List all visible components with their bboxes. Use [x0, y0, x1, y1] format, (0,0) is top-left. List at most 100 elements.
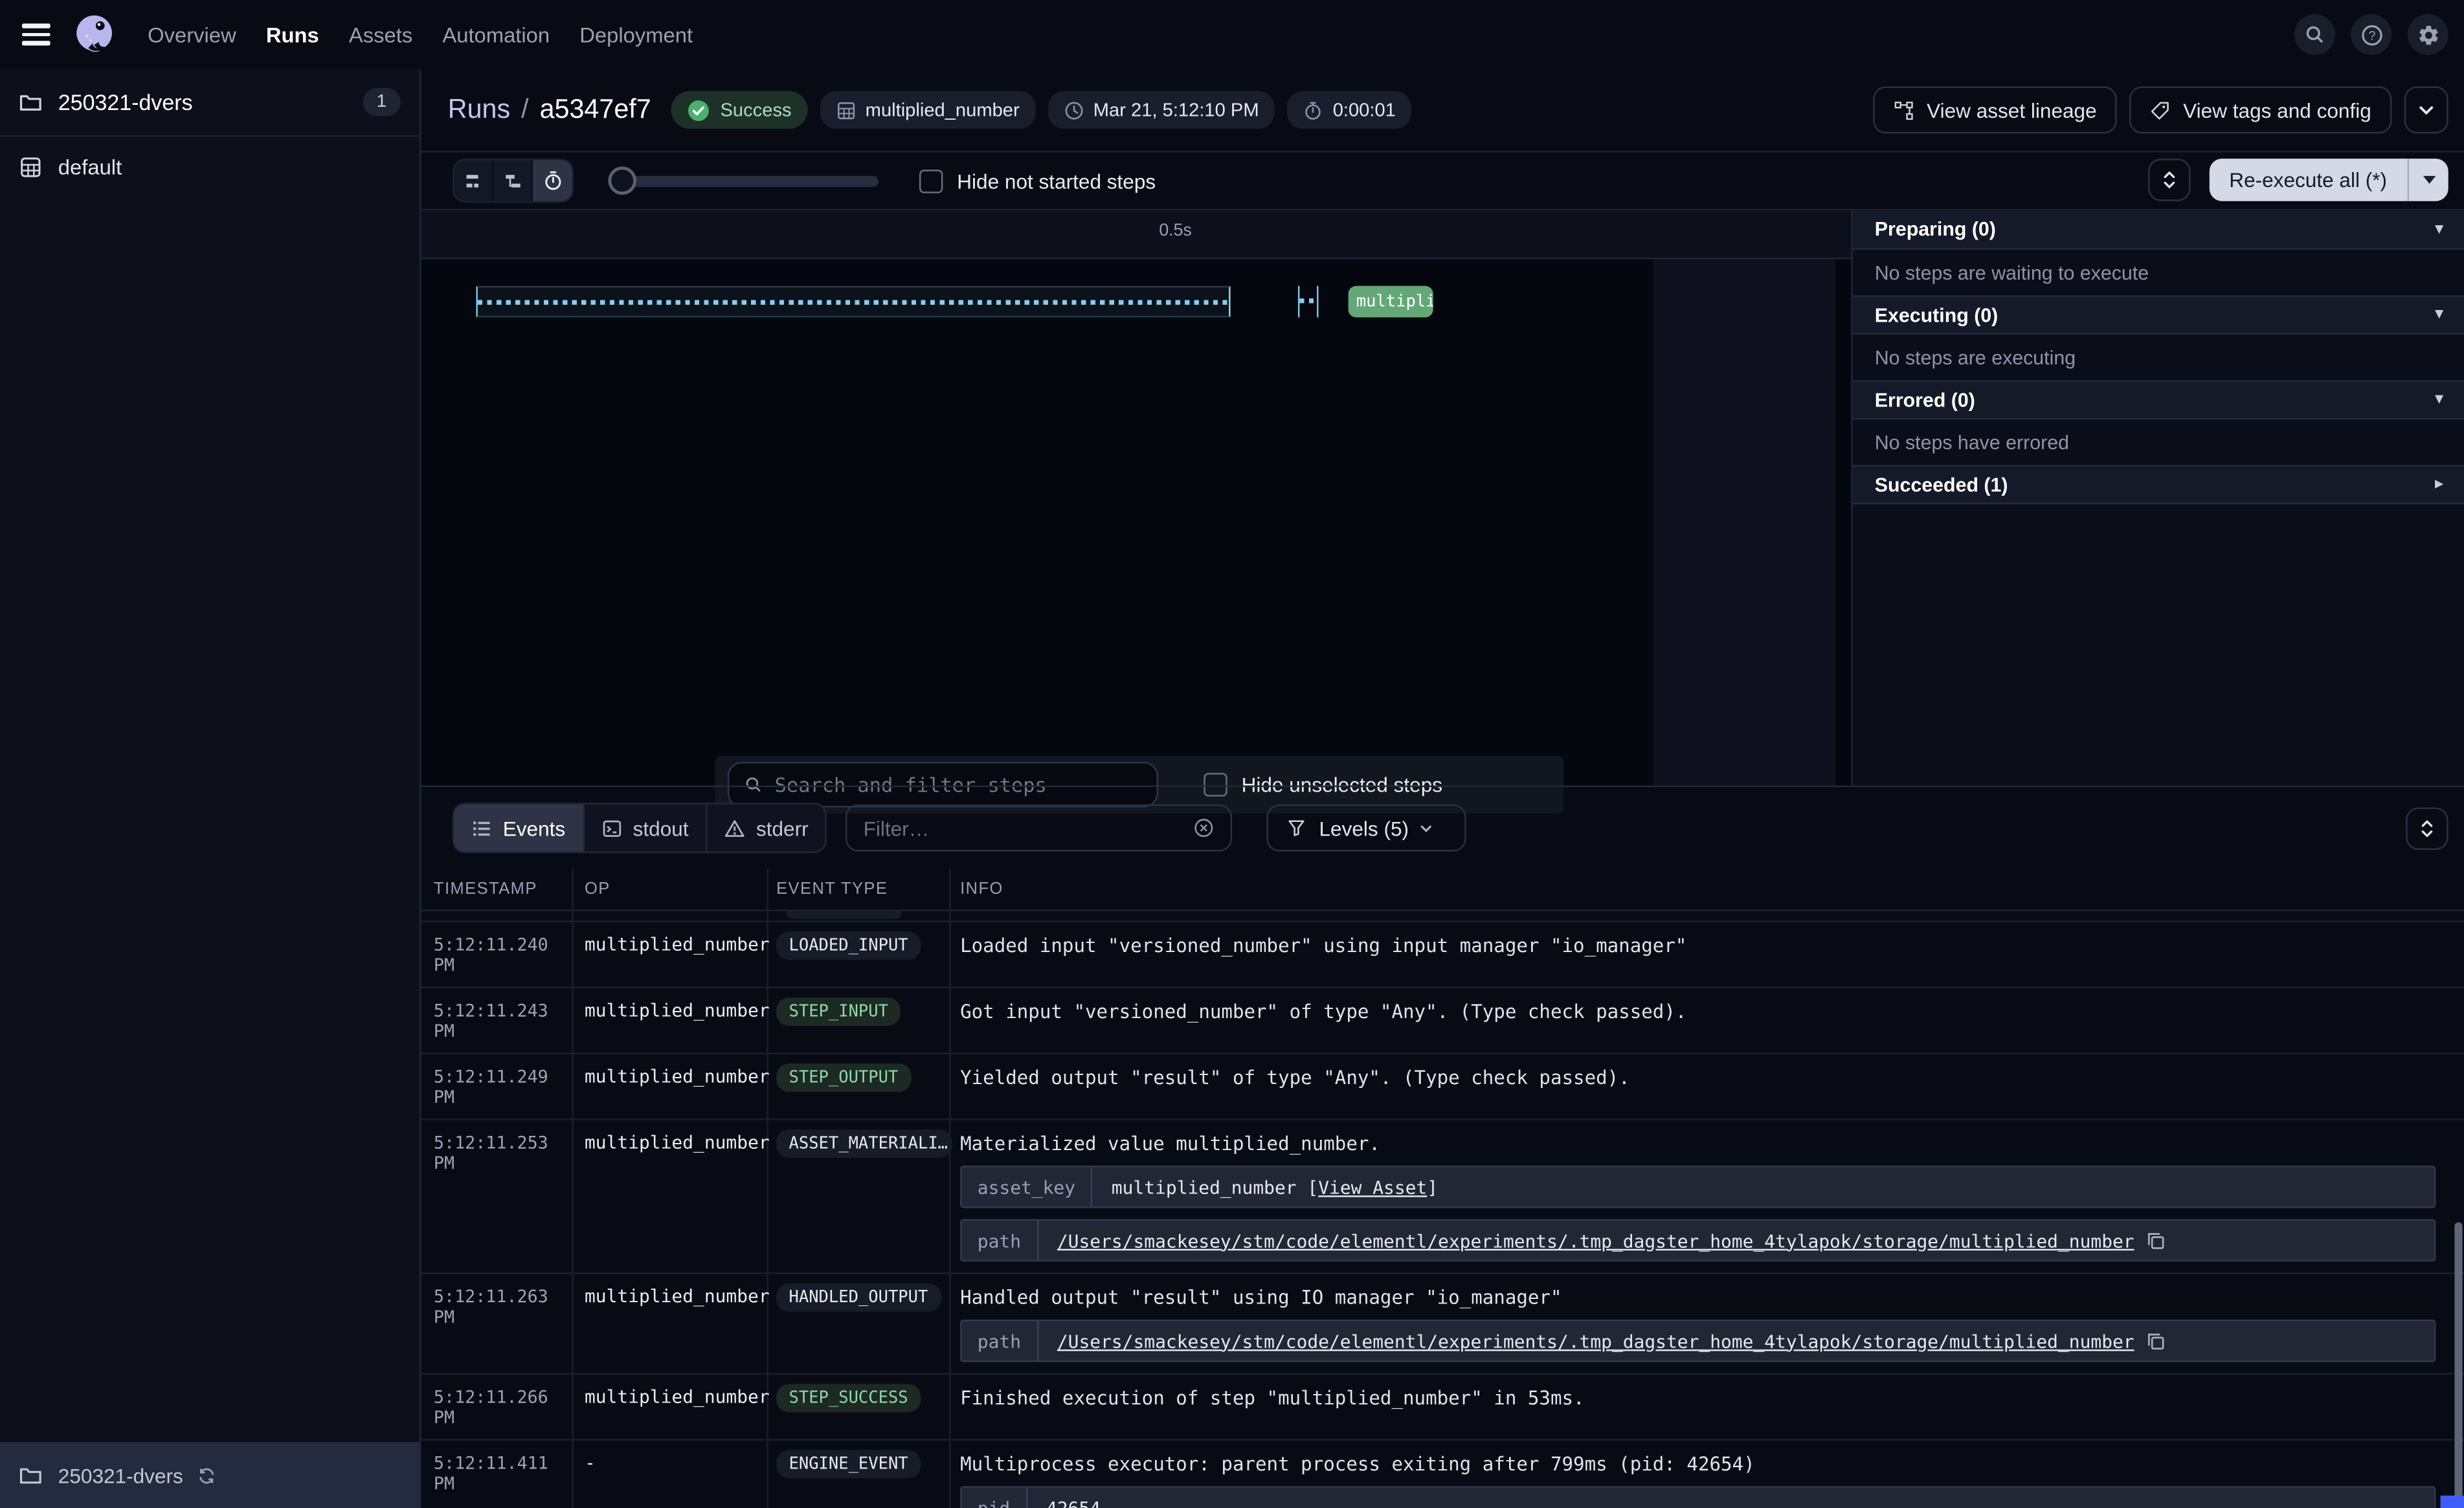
event-row[interactable]: 5:12:11.240 PM multiplied_number LOADED_… — [421, 922, 2464, 988]
log-filter-input[interactable]: Filter… — [846, 804, 1233, 852]
event-op: multiplied_number — [572, 997, 767, 1041]
re-execute-button[interactable]: Re-execute all (*) — [2209, 159, 2448, 201]
breadcrumb-runs[interactable]: Runs — [448, 94, 510, 126]
asset-group-icon — [19, 155, 42, 178]
event-op: multiplied_number — [572, 1063, 767, 1107]
breadcrumb-separator: / — [521, 94, 528, 126]
status-section-succeeded[interactable]: Succeeded (1) — [1853, 465, 2464, 504]
gantt-step-bar[interactable]: multipli… — [1349, 286, 1433, 318]
chevron-down-icon — [2417, 100, 2436, 119]
event-row[interactable]: 5:12:11.243 PM multiplied_number STEP_IN… — [421, 988, 2464, 1054]
nav-overview[interactable]: Overview — [148, 23, 236, 46]
event-timestamp: 5:12:11.411 PM — [421, 1450, 572, 1508]
status-badge: Success — [671, 91, 807, 129]
tab-stderr[interactable]: stderr — [708, 804, 826, 852]
path-link[interactable]: /Users/smackesey/stm/code/elementl/exper… — [1057, 1330, 2134, 1352]
checkbox-box[interactable] — [919, 169, 943, 192]
check-circle-icon — [688, 98, 711, 122]
event-row[interactable]: 5:12:11.266 PM multiplied_number STEP_SU… — [421, 1375, 2464, 1441]
status-section-preparing[interactable]: Preparing (0) — [1853, 210, 2464, 250]
up-down-chevrons-icon — [2419, 819, 2436, 839]
folder-icon — [19, 91, 42, 114]
dagster-logo[interactable] — [71, 11, 118, 58]
footer-workspace-name: 250321-dvers — [58, 1463, 183, 1487]
event-type-badge: STEP_SUCCESS — [776, 1384, 921, 1412]
menu-icon[interactable] — [22, 23, 50, 45]
copy-icon[interactable] — [2147, 1231, 2166, 1250]
gantt-viewport[interactable]: multipli… Search and filter steps Hide u… — [421, 260, 1852, 786]
metadata-entry: path/Users/smackesey/stm/code/elementl/e… — [960, 1320, 2436, 1362]
tab-stdout[interactable]: stdout — [584, 804, 707, 852]
gantt-toolbar: Hide not started steps Re-execute all (*… — [421, 152, 2464, 210]
slider-track[interactable] — [621, 176, 879, 187]
status-section-executing[interactable]: Executing (0) — [1853, 295, 2464, 335]
view-asset-link[interactable]: View Asset — [1318, 1176, 1427, 1198]
event-timestamp: 5:12:11.240 PM — [421, 931, 572, 975]
start-time-tag: Mar 21, 5:12:10 PM — [1047, 91, 1274, 129]
sidebar-workspace[interactable]: 250321-dvers 1 — [0, 69, 420, 137]
search-icon — [2303, 23, 2325, 45]
help-button[interactable]: ? — [2351, 14, 2391, 55]
event-row[interactable]: 5:12:11.253 PM multiplied_number ASSET_M… — [421, 1120, 2464, 1274]
col-op: OP — [572, 880, 767, 898]
sidebar-footer[interactable]: 250321-dvers — [0, 1442, 420, 1508]
gantt-view-mode-group — [453, 159, 574, 203]
copy-icon[interactable] — [2147, 1331, 2166, 1350]
nav-assets[interactable]: Assets — [349, 23, 412, 46]
col-info: INFO — [949, 880, 2464, 898]
sidebar: 250321-dvers 1 default 250321-dvers — [0, 69, 421, 1508]
sidebar-item-label: default — [58, 155, 122, 178]
flat-view-button[interactable] — [454, 161, 493, 201]
scrollbar-thumb[interactable] — [2454, 1222, 2462, 1508]
caret-right-icon — [2435, 476, 2443, 493]
nav-runs[interactable]: Runs — [266, 23, 319, 46]
event-row[interactable]: 5:12:11.263 PM multiplied_number HANDLED… — [421, 1274, 2464, 1375]
metadata-value: /Users/smackesey/stm/code/elementl/exper… — [1038, 1221, 2185, 1260]
folder-icon — [19, 1463, 42, 1487]
metadata-key: pid — [962, 1488, 1027, 1508]
settings-button[interactable] — [2408, 14, 2448, 55]
waterfall-view-button[interactable] — [493, 161, 533, 201]
nav-deployment[interactable]: Deployment — [579, 23, 693, 46]
re-execute-dropdown[interactable] — [2408, 159, 2448, 201]
gantt-chart[interactable]: 0.5s multipli… Search and filter steps — [421, 210, 1852, 785]
sidebar-item-default[interactable]: default — [0, 140, 420, 194]
partial-badge — [786, 911, 902, 919]
clear-filter-icon[interactable] — [1193, 817, 1215, 839]
event-timestamp: 5:12:11.249 PM — [421, 1063, 572, 1107]
timed-view-button[interactable] — [533, 161, 572, 201]
tab-events[interactable]: Events — [454, 804, 584, 852]
gantt-overflow-region — [1653, 260, 1836, 786]
event-info: Multiprocess executor: parent process ex… — [960, 1450, 2436, 1475]
metadata-entry: path/Users/smackesey/stm/code/elementl/e… — [960, 1219, 2436, 1262]
slider-knob[interactable] — [608, 166, 636, 195]
header-more-button[interactable] — [2404, 87, 2448, 134]
step-status-panel: Preparing (0) No steps are waiting to ex… — [1851, 210, 2464, 785]
event-op: multiplied_number — [572, 931, 767, 975]
clock-icon — [1064, 100, 1084, 120]
expand-log-panel-button[interactable] — [2406, 808, 2448, 850]
event-row[interactable]: 5:12:11.411 PM - ENGINE_EVENT Multiproce… — [421, 1441, 2464, 1508]
path-link[interactable]: /Users/smackesey/stm/code/elementl/exper… — [1057, 1229, 2134, 1251]
levels-filter-button[interactable]: Levels (5) — [1267, 804, 1466, 852]
metadata-key: asset_key — [962, 1167, 1093, 1206]
status-section-body: No steps are executing — [1853, 335, 2464, 380]
search-button[interactable] — [2294, 14, 2335, 55]
event-row[interactable]: 5:12:11.249 PM multiplied_number STEP_OU… — [421, 1054, 2464, 1120]
asset-tag[interactable]: multiplied_number — [820, 91, 1035, 129]
refresh-icon[interactable] — [196, 1465, 216, 1485]
zoom-slider[interactable] — [608, 166, 878, 195]
gantt-small-segment — [1298, 286, 1319, 318]
status-section-errored[interactable]: Errored (0) — [1853, 380, 2464, 419]
view-tags-config-button[interactable]: View tags and config — [2130, 87, 2392, 134]
view-asset-lineage-button[interactable]: View asset lineage — [1874, 87, 2118, 134]
metadata-entry: asset_keymultiplied_number [View Asset] — [960, 1166, 2436, 1208]
status-section-body: No steps have errored — [1853, 419, 2464, 465]
event-type-badge: ASSET_MATERIALI… — [776, 1129, 952, 1158]
tag-icon — [2150, 100, 2171, 120]
time-marker-label: 0.5s — [1159, 221, 1191, 240]
nav-automation[interactable]: Automation — [442, 23, 550, 46]
expand-collapse-button[interactable] — [2147, 159, 2190, 201]
primary-nav: Overview Runs Assets Automation Deployme… — [148, 23, 693, 46]
hide-not-started-checkbox[interactable]: Hide not started steps — [919, 169, 1156, 192]
